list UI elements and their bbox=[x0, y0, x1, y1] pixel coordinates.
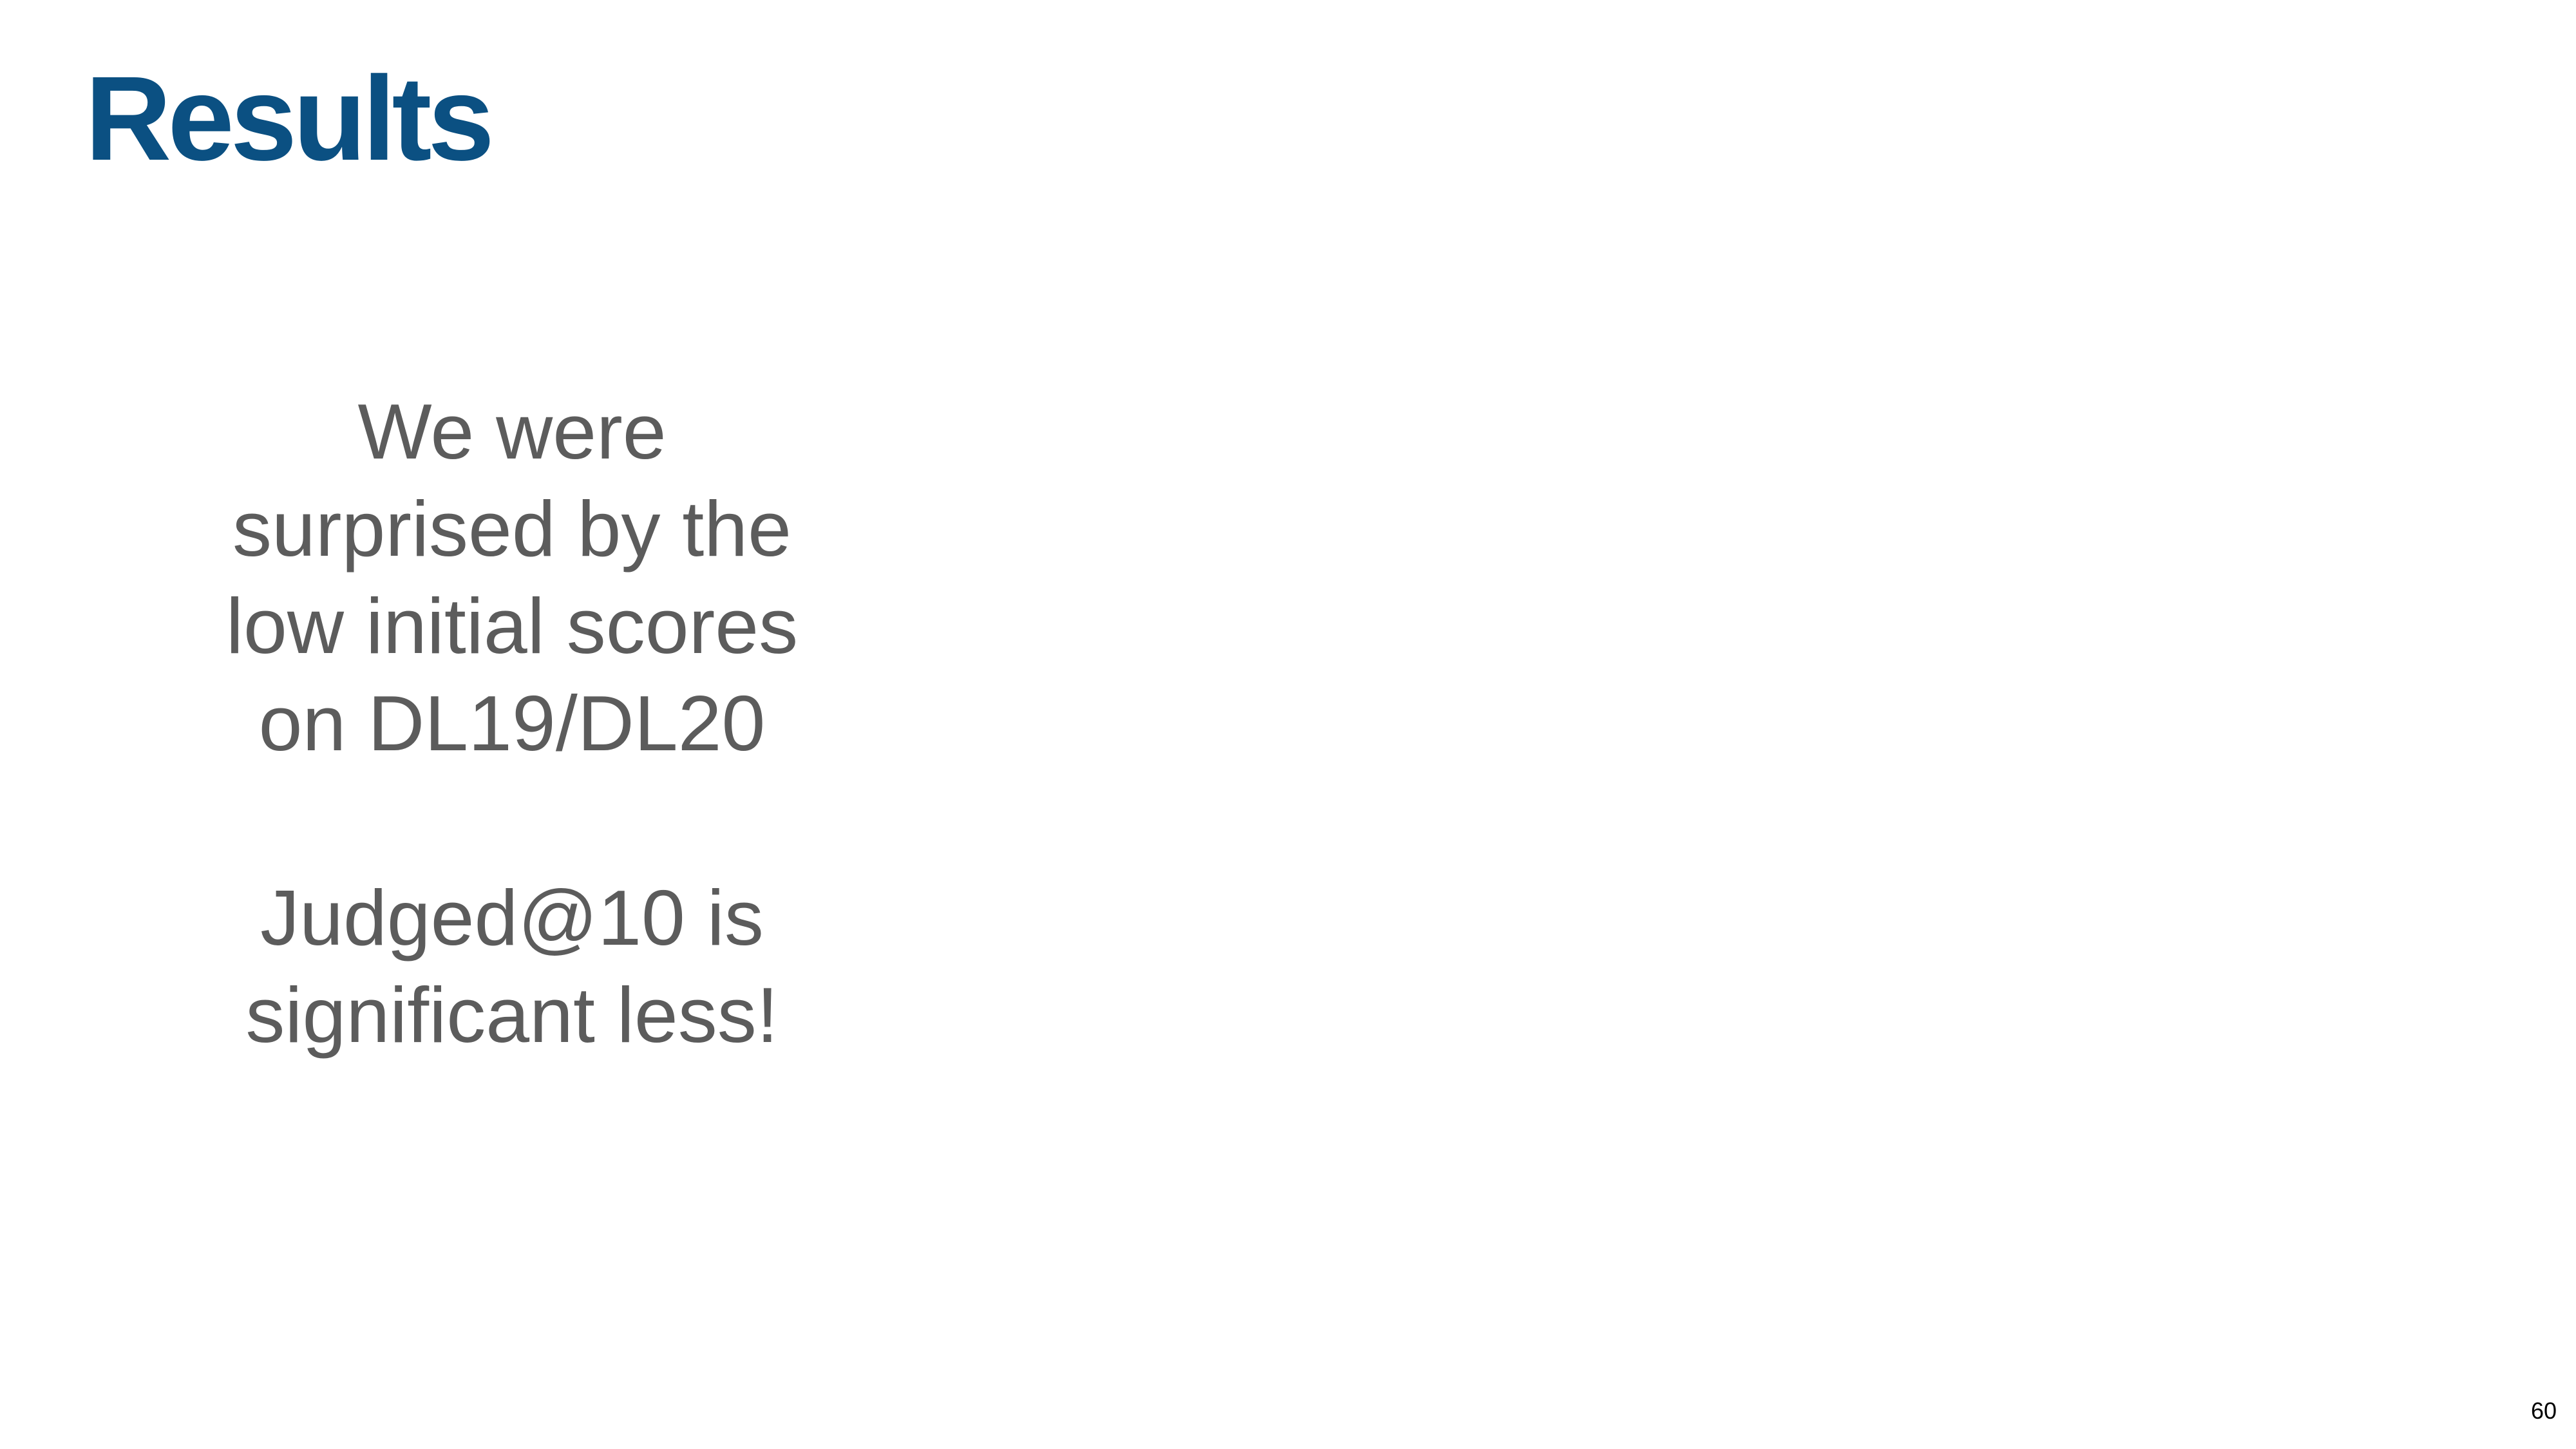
body-line: significant less! bbox=[245, 971, 779, 1059]
body-line: Judged@10 is bbox=[260, 874, 764, 961]
body-text: We were surprised by the low initial sco… bbox=[148, 383, 876, 1064]
body-line: low initial scores bbox=[225, 582, 799, 670]
slide: Results We were surprised by the low ini… bbox=[0, 0, 2576, 1449]
body-line: surprised by the bbox=[232, 485, 791, 573]
body-line: We were bbox=[357, 388, 667, 475]
page-number: 60 bbox=[2530, 1397, 2557, 1424]
slide-title: Results bbox=[85, 52, 495, 185]
body-line: on DL19/DL20 bbox=[258, 679, 766, 767]
